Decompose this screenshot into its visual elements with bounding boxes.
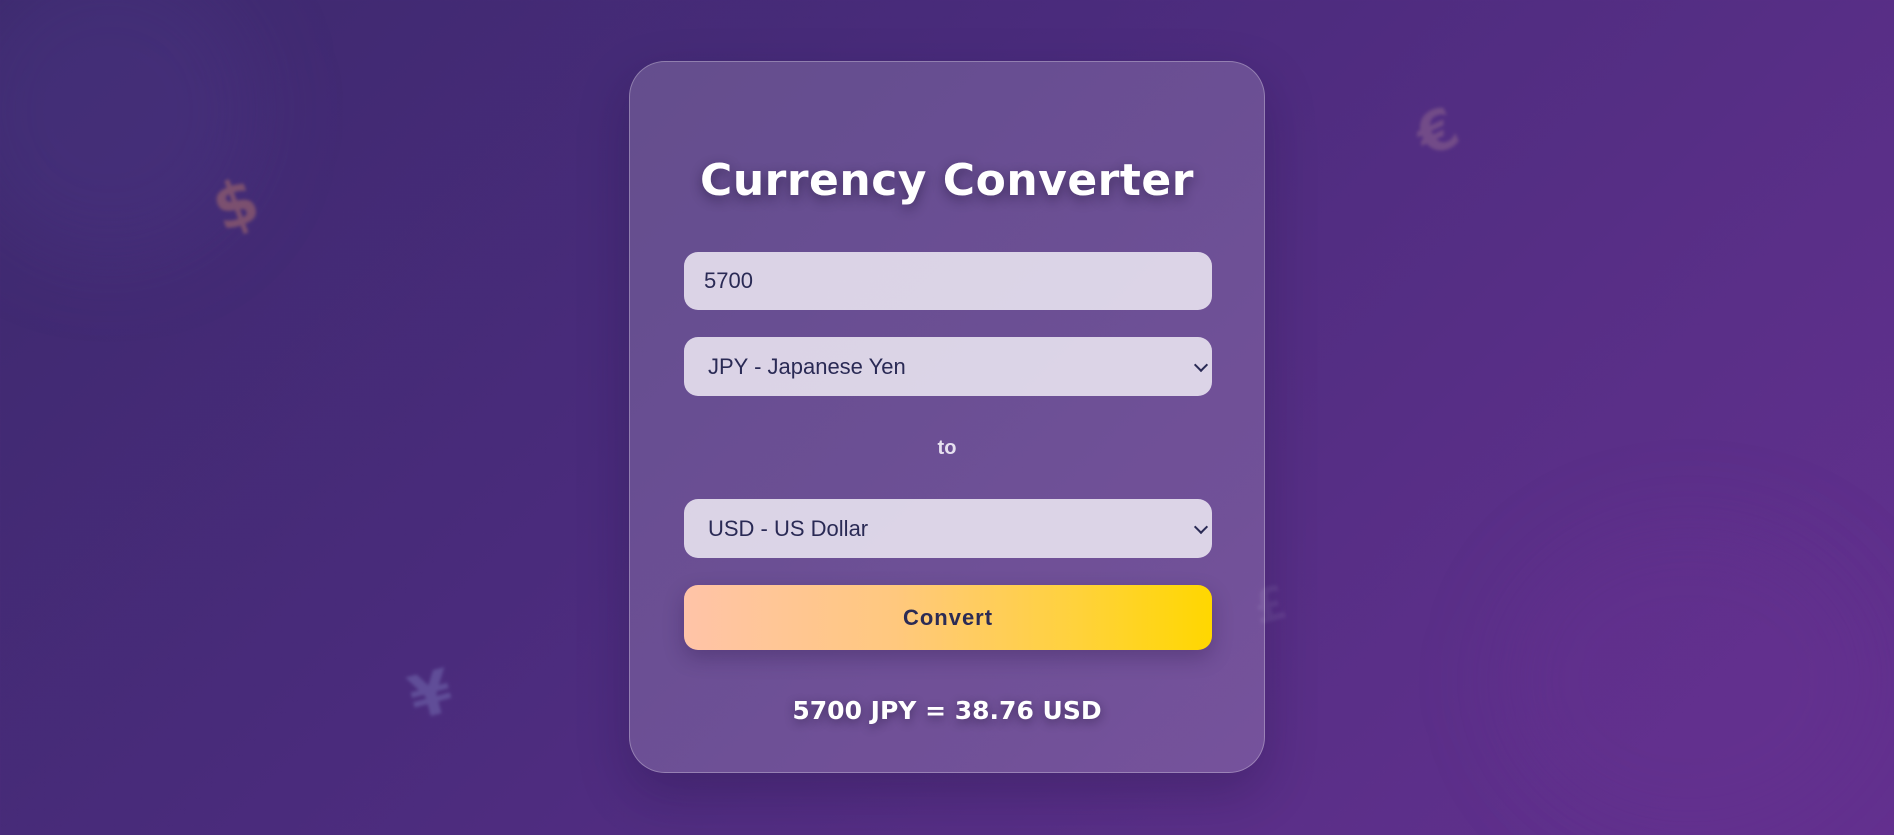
from-currency-value: JPY - Japanese Yen: [708, 353, 906, 379]
background-glow: [1500, 520, 1880, 835]
yen-symbol-decoration: ¥: [401, 655, 461, 735]
chevron-down-icon: [1193, 519, 1209, 534]
page-title: Currency Converter: [700, 155, 1194, 206]
background-glow: [0, 0, 260, 260]
euro-symbol-decoration: €: [1406, 94, 1469, 171]
conversion-result: 5700 JPY = 38.76 USD: [792, 696, 1102, 725]
from-currency-select[interactable]: JPY - Japanese Yen: [684, 337, 1212, 396]
chevron-down-icon: [1193, 357, 1209, 372]
to-label: to: [937, 437, 957, 459]
convert-button[interactable]: Convert: [684, 585, 1212, 650]
to-currency-value: USD - US Dollar: [708, 515, 869, 541]
dollar-symbol-decoration: $: [202, 162, 269, 247]
to-currency-select[interactable]: USD - US Dollar: [684, 499, 1212, 558]
amount-input[interactable]: [684, 252, 1212, 310]
converter-card: Currency Converter JPY - Japanese Yen to…: [629, 61, 1265, 773]
